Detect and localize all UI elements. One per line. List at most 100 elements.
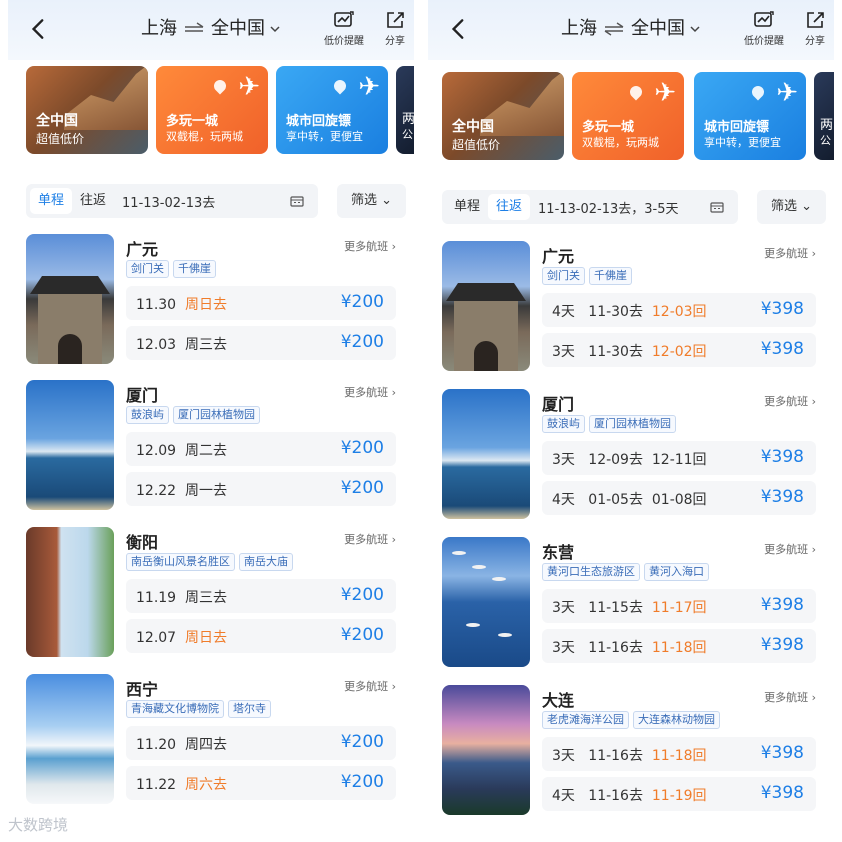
return-date: 11-17回 <box>651 600 707 616</box>
flight-price: ¥200 <box>340 732 384 752</box>
destination-card[interactable]: 厦门 更多航班 › 鼓浪屿 厦门园林植物园 3天 12-09去 12-11回 ¥39… <box>442 389 826 521</box>
destination-card[interactable]: 衡阳 更多航班 › 南岳衡山风景名胜区 南岳大庙 11.19 周三去 ¥200 12… <box>26 527 406 659</box>
banner-extra-city[interactable]: ✈ 多玩一城 双截棍，玩两城 <box>572 72 684 160</box>
promo-banners: 全中国 超值低价 ✈ 多玩一城 双截棍，玩两城 ✈ 城市回旋镖 享中转，更便宜 两公 <box>8 66 414 158</box>
map-pin-icon <box>331 77 349 95</box>
calendar-icon[interactable] <box>710 201 724 213</box>
flight-option-row[interactable]: 12.03 周三去 ¥200 <box>126 326 396 360</box>
chevron-down-icon: ⌄ <box>381 193 392 208</box>
banner-boomerang[interactable]: ✈ 城市回旋镖 享中转，更便宜 <box>694 72 806 160</box>
flight-option-row[interactable]: 3天 11-30去 12-02回 ¥398 <box>542 333 816 367</box>
flight-option-row[interactable]: 4天 01-05去 01-08回 ¥398 <box>542 481 816 515</box>
banner-all-china[interactable]: 全中国 超值低价 <box>442 72 564 160</box>
flight-option-row[interactable]: 4天 11-30去 12-03回 ¥398 <box>542 293 816 327</box>
destination-photo <box>26 234 114 364</box>
map-pin-icon <box>627 83 645 101</box>
attraction-tag: 南岳衡山风景名胜区 <box>126 553 235 571</box>
more-flights-label: 更多航班 <box>764 691 809 704</box>
attraction-tags: 剑门关 千佛崖 <box>126 260 216 278</box>
trip-type-group: 单程 往返 11-13-02-13去 <box>26 184 318 218</box>
flight-option-row[interactable]: 11.19 周三去 ¥200 <box>126 579 396 613</box>
more-flights-link[interactable]: 更多航班 › <box>764 393 816 409</box>
flight-option-row[interactable]: 11.30 周日去 ¥200 <box>126 286 396 320</box>
chevron-down-icon: ⌄ <box>801 199 812 214</box>
destination-photo <box>442 685 530 815</box>
more-flights-label: 更多航班 <box>764 543 809 556</box>
flight-price: ¥398 <box>760 595 804 615</box>
attraction-tags: 南岳衡山风景名胜区 南岳大庙 <box>126 553 293 571</box>
more-flights-link[interactable]: 更多航班 › <box>344 678 396 694</box>
city-name: 厦门 <box>126 386 159 405</box>
destination-card[interactable]: 广元 更多航班 › 剑门关 千佛崖 11.30 周日去 ¥200 12.03 周三去… <box>26 234 406 366</box>
more-flights-link[interactable]: 更多航班 › <box>764 541 816 557</box>
tab-oneway[interactable]: 单程 <box>446 194 488 220</box>
flight-price: ¥398 <box>760 299 804 319</box>
flight-option-row[interactable]: 11.22 周六去 ¥200 <box>126 766 396 800</box>
tab-roundtrip[interactable]: 往返 <box>72 188 114 214</box>
flight-option-row[interactable]: 12.09 周二去 ¥200 <box>126 432 396 466</box>
depart-date: 11-16去 <box>588 640 643 656</box>
flight-option-row[interactable]: 12.07 周日去 ¥200 <box>126 619 396 653</box>
tab-roundtrip[interactable]: 往返 <box>488 194 531 220</box>
flight-option-row[interactable]: 3天 11-16去 11-18回 ¥398 <box>542 629 816 663</box>
calendar-icon[interactable] <box>290 195 304 207</box>
return-date: 12-11回 <box>651 452 707 468</box>
flight-option-row[interactable]: 4天 11-16去 11-19回 ¥398 <box>542 777 816 811</box>
more-flights-link[interactable]: 更多航班 › <box>344 384 396 400</box>
destination-photo <box>442 537 530 667</box>
banner-partial[interactable]: 两公 <box>396 66 414 154</box>
depart-date: 11-30去 <box>588 304 643 320</box>
return-date: 11-19回 <box>651 788 707 804</box>
date-range[interactable]: 11-13-02-13去，3-5天 <box>530 198 686 217</box>
trip-length: 3天 <box>552 640 575 656</box>
date-range[interactable]: 11-13-02-13去 <box>114 192 223 211</box>
flight-option-row[interactable]: 3天 12-09去 12-11回 ¥398 <box>542 441 816 475</box>
banner-title: 多玩一城 <box>582 120 635 135</box>
banner-partial[interactable]: 两公 <box>814 72 834 160</box>
promo-banners: 全中国 超值低价 ✈ 多玩一城 双截棍，玩两城 ✈ 城市回旋镖 享中转，更便宜 两公 <box>428 72 834 164</box>
price-alert-button[interactable]: 低价提醒 <box>324 10 364 47</box>
more-flights-link[interactable]: 更多航班 › <box>344 238 396 254</box>
banner-extra-city[interactable]: ✈ 多玩一城 双截棍，玩两城 <box>156 66 268 154</box>
destination-card[interactable]: 广元 更多航班 › 剑门关 千佛崖 4天 11-30去 12-03回 ¥398 3天… <box>442 241 826 373</box>
more-flights-link[interactable]: 更多航班 › <box>764 245 816 261</box>
destination-photo <box>442 389 530 519</box>
share-button[interactable]: 分享 <box>804 10 826 47</box>
more-flights-link[interactable]: 更多航班 › <box>344 531 396 547</box>
flight-option-row[interactable]: 11.20 周四去 ¥200 <box>126 726 396 760</box>
destination-card[interactable]: 大连 更多航班 › 老虎滩海洋公园 大连森林动物园 3天 11-16去 11-18… <box>442 685 826 817</box>
flight-option-row[interactable]: 3天 11-16去 11-18回 ¥398 <box>542 737 816 771</box>
trip-length: 3天 <box>552 748 575 764</box>
banner-subtitle: 双截棍，玩两城 <box>582 136 659 149</box>
attraction-tags: 剑门关 千佛崖 <box>542 267 632 285</box>
flight-price: ¥398 <box>760 487 804 507</box>
banner-all-china[interactable]: 全中国 超值低价 <box>26 66 148 154</box>
attraction-tags: 鼓浪屿 厦门园林植物园 <box>126 406 260 424</box>
top-bar: 上海 全中国 低价提醒 分享 <box>428 0 834 60</box>
price-alert-button[interactable]: 低价提醒 <box>744 10 784 47</box>
return-date: 11-18回 <box>651 640 707 656</box>
attraction-tag: 鼓浪屿 <box>126 406 169 424</box>
filter-button[interactable]: 筛选 ⌄ <box>756 190 826 224</box>
chevron-right-icon: › <box>811 247 816 260</box>
flight-price: ¥200 <box>340 625 384 645</box>
flight-option-row[interactable]: 3天 11-15去 11-17回 ¥398 <box>542 589 816 623</box>
return-date: 12-02回 <box>651 344 707 360</box>
chevron-right-icon: › <box>811 543 816 556</box>
flight-date: 11.30 <box>136 297 177 313</box>
destination-card[interactable]: 厦门 更多航班 › 鼓浪屿 厦门园林植物园 12.09 周二去 ¥200 12.22… <box>26 380 406 512</box>
tab-oneway[interactable]: 单程 <box>30 188 73 214</box>
city-name: 厦门 <box>542 395 575 414</box>
flight-option-row[interactable]: 12.22 周一去 ¥200 <box>126 472 396 506</box>
destination-card[interactable]: 西宁 更多航班 › 青海藏文化博物院 塔尔寺 11.20 周四去 ¥200 11.2… <box>26 674 406 806</box>
banner-boomerang[interactable]: ✈ 城市回旋镖 享中转，更便宜 <box>276 66 388 154</box>
flight-price: ¥200 <box>340 585 384 605</box>
more-flights-link[interactable]: 更多航班 › <box>764 689 816 705</box>
destination-card[interactable]: 东营 更多航班 › 黄河口生态旅游区 黄河入海口 3天 11-15去 11-17回… <box>442 537 826 669</box>
share-button[interactable]: 分享 <box>384 10 406 47</box>
flight-date: 11.20 <box>136 737 177 753</box>
filter-button[interactable]: 筛选 ⌄ <box>336 184 406 218</box>
trip-length: 3天 <box>552 344 575 360</box>
watermark: 大数跨境 <box>8 816 69 834</box>
attraction-tag: 青海藏文化博物院 <box>126 700 224 718</box>
